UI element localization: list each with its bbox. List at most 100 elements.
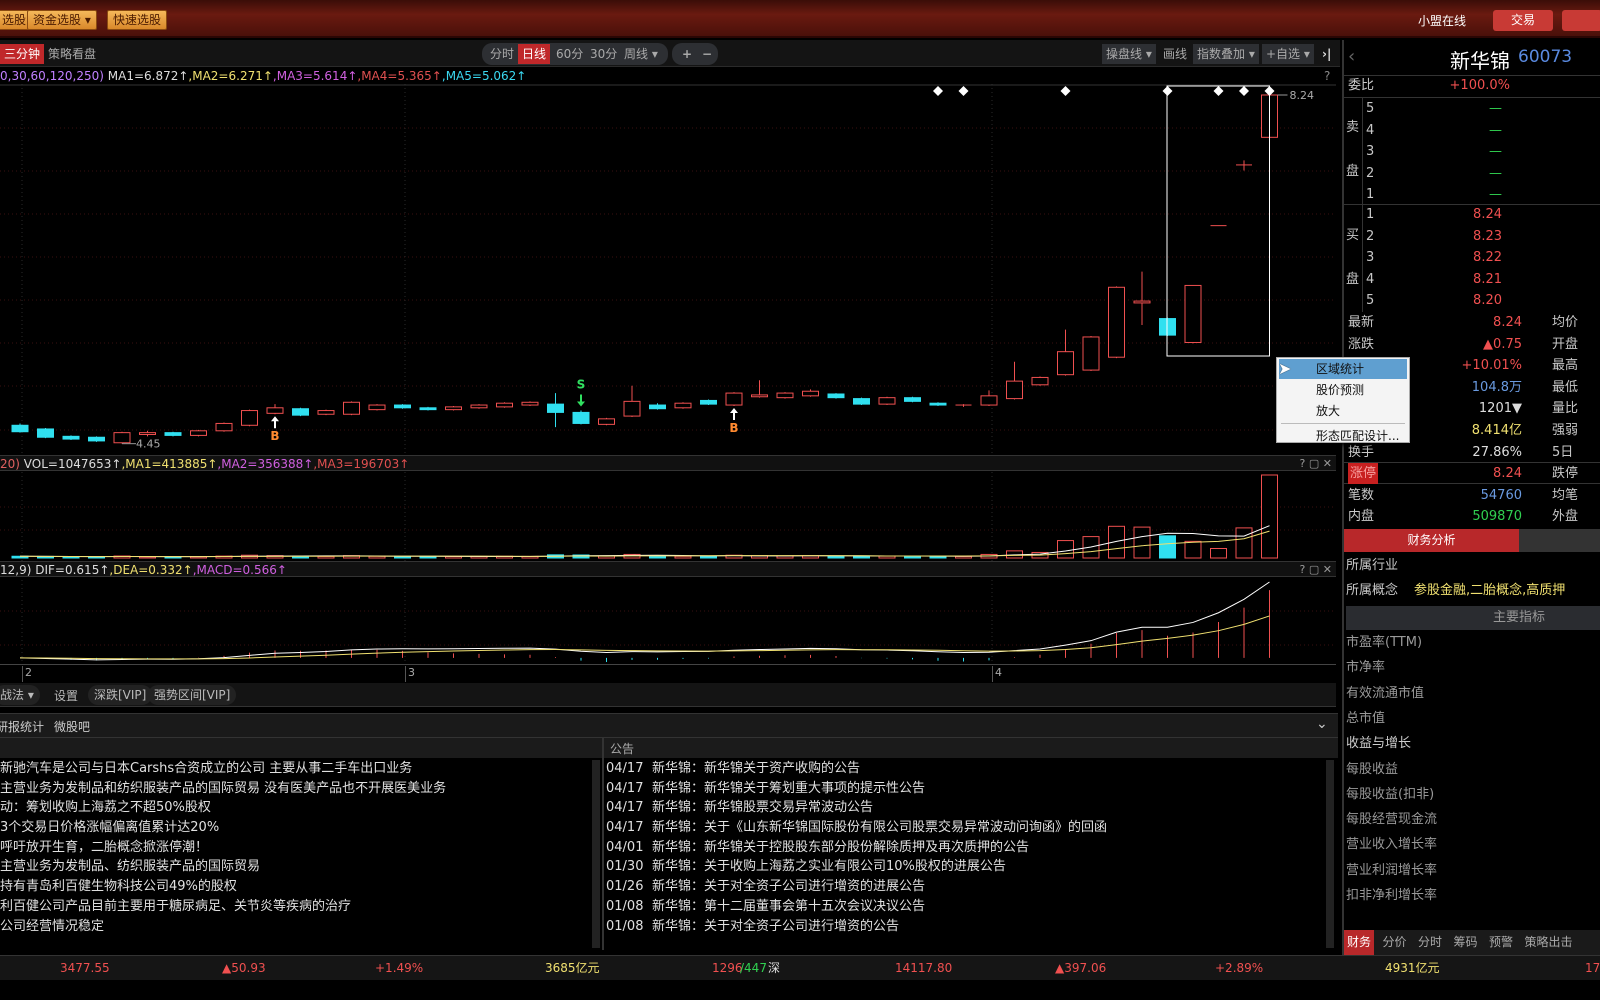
quick-picker-button[interactable]: 快速选股: [107, 10, 168, 30]
period-60min[interactable]: 60分: [552, 44, 587, 64]
candle-body: [547, 403, 564, 413]
panel-tab[interactable]: 财务: [1344, 930, 1375, 955]
panel-tab[interactable]: 策略出击: [1522, 930, 1576, 955]
ma-indicator-line: 0,30,60,120,250) MA1=6.872↑,MA2=6.271↑,M…: [0, 68, 1340, 85]
menu-item-price-forecast[interactable]: 股价预测: [1279, 380, 1407, 400]
book-row[interactable]: 5 8.20: [1344, 290, 1600, 311]
book-row[interactable]: 2—: [1344, 163, 1600, 184]
tab-research-stats[interactable]: 研报统计: [0, 718, 44, 735]
online-status[interactable]: 小盟在线: [1418, 12, 1466, 29]
deep-drop-button[interactable]: 深跌[VIP]: [88, 685, 153, 705]
announcement-item[interactable]: 01/30 新华锦：关于收购上海荔之实业有限公司10%股权的进展公告: [606, 857, 1326, 877]
settings-button[interactable]: 设置: [54, 687, 78, 704]
index-overlay-label: 指数叠加: [1197, 47, 1246, 61]
pane-controls-icon[interactable]: ? ▢ ✕: [1300, 456, 1332, 472]
book-row[interactable]: 1 8.24: [1344, 204, 1600, 225]
context-menu: 区域统计 股价预测 放大 形态匹配设计...: [1276, 357, 1410, 443]
volume-bar: [394, 556, 411, 559]
tab-strategy[interactable]: 策略看盘: [44, 44, 100, 64]
book-row[interactable]: 2 8.23: [1344, 226, 1600, 247]
book-row[interactable]: 1—: [1344, 184, 1600, 205]
announcement-item[interactable]: 04/17 新华锦：新华锦股票交易异常波动公告: [606, 798, 1326, 818]
draw-button[interactable]: 画线: [1159, 44, 1191, 64]
period-intraday[interactable]: 分时: [486, 44, 518, 64]
menu-item-region-stats[interactable]: 区域统计: [1279, 359, 1407, 379]
tab-three-minutes[interactable]: 三分钟: [0, 44, 45, 64]
prev-stock-icon[interactable]: ‹: [1348, 46, 1355, 67]
candle-body: [1133, 300, 1151, 304]
book-row[interactable]: 3—: [1344, 141, 1600, 162]
panel-tab[interactable]: 预警: [1486, 930, 1516, 955]
finance-item[interactable]: 收益与增长: [1346, 733, 1600, 754]
announcement-item[interactable]: 01/08 新华锦：关于对全资子公司进行增资的公告: [606, 917, 1326, 937]
fund-picker-button[interactable]: 资金选股 ▾: [27, 10, 97, 30]
trade-button[interactable]: 交易: [1493, 10, 1553, 31]
finance-item[interactable]: 每股收益: [1346, 759, 1600, 780]
news-item[interactable]: 公司经营情况稳定: [0, 917, 592, 937]
kline-chart[interactable]: 8.24 4.45 B S B: [0, 84, 1338, 666]
date-tick: 2: [22, 666, 32, 682]
candle-body: [368, 404, 386, 411]
finance-item[interactable]: 扣非净利增长率: [1346, 885, 1600, 906]
extra-button[interactable]: [1562, 10, 1600, 31]
add-watchlist-button[interactable]: +自选 ▾: [1262, 44, 1314, 64]
panel-tab[interactable]: 分价: [1380, 930, 1410, 955]
collapse-panel-icon[interactable]: ›|: [1318, 44, 1335, 64]
finance-item[interactable]: 营业收入增长率: [1346, 834, 1600, 855]
finance-item[interactable]: 营业利润增长率: [1346, 860, 1600, 881]
tab-secondary[interactable]: [1519, 529, 1600, 552]
announcement-item[interactable]: 01/26 新华锦：关于对全资子公司进行增资的进展公告: [606, 877, 1326, 897]
stat-right-label: 均价: [1552, 315, 1579, 330]
announcement-item[interactable]: 04/17 新华锦：关于《山东新华锦国际股份有限公司股票交易异常波动问询函》的回函: [606, 818, 1326, 838]
tactics-dropdown[interactable]: 战法 ▾: [0, 685, 40, 705]
finance-item[interactable]: 有效流通市值: [1346, 683, 1600, 704]
volume-bar: [1159, 535, 1176, 559]
zoom-out-button[interactable]: −: [698, 44, 716, 64]
finance-item[interactable]: 市净率: [1346, 657, 1600, 678]
pane-controls-icon[interactable]: ? ▢ ✕: [1300, 562, 1332, 578]
finance-item[interactable]: 每股经营现金流: [1346, 809, 1600, 830]
news-scrollbar[interactable]: [592, 760, 600, 948]
finance-item[interactable]: 每股收益(扣非): [1346, 784, 1600, 805]
announcement-text: 新华锦：关于收购上海荔之实业有限公司10%股权的进展公告: [652, 859, 1006, 875]
news-item[interactable]: 3个交易日价格涨幅偏离值累计达20%: [0, 818, 592, 838]
news-item[interactable]: 呼吁放开生育，二胎概念掀涨停潮！: [0, 838, 592, 858]
period-daily[interactable]: 日线: [518, 44, 551, 64]
news-item[interactable]: 动：筹划收购上海荔之不超50%股权: [0, 798, 592, 818]
sz-change: ▲397.06: [1055, 961, 1107, 975]
period-30min[interactable]: 30分: [586, 44, 621, 64]
panel-tab[interactable]: 分时: [1415, 930, 1445, 955]
news-item[interactable]: 利百健公司产品目前主要用于糖尿病足、关节炎等疾病的治疗: [0, 897, 592, 917]
tab-finance-analysis[interactable]: 财务分析: [1344, 529, 1519, 552]
help-icon[interactable]: ?: [1324, 68, 1330, 85]
tab-weibo-forum[interactable]: 微股吧: [54, 718, 90, 735]
announcement-item[interactable]: 04/17 新华锦：新华锦关于资产收购的公告: [606, 759, 1326, 779]
news-item[interactable]: 新驰汽车是公司与日本Carshs合资成立的公司 主要从事二手车出口业务: [0, 759, 592, 779]
period-weekly[interactable]: 周线 ▾: [620, 44, 662, 64]
operation-line-button[interactable]: 操盘线 ▾: [1102, 44, 1156, 64]
strong-zone-button[interactable]: 强势区间[VIP]: [148, 685, 237, 705]
zoom-in-button[interactable]: +: [678, 44, 696, 64]
announcement-item[interactable]: 01/08 新华锦：第十二届董事会第十五次会议决议公告: [606, 897, 1326, 917]
announcement-item[interactable]: 04/01 新华锦：新华锦关于控股股东部分股份解除质押及再次质押的公告: [606, 838, 1326, 858]
announcement-text: 新华锦：第十二届董事会第十五次会议决议公告: [652, 898, 926, 914]
finance-item[interactable]: 总市值: [1346, 708, 1600, 729]
book-row[interactable]: 5—: [1344, 98, 1600, 119]
book-row[interactable]: 3 8.22: [1344, 247, 1600, 268]
panel-tab[interactable]: 筹码: [1451, 930, 1481, 955]
news-item[interactable]: 主营业务为发制品、纺织服装产品的国际贸易: [0, 857, 592, 877]
stat-value: 104.8万: [1471, 379, 1522, 395]
menu-item-pattern-match[interactable]: 形态匹配设计...: [1279, 426, 1407, 446]
finance-item[interactable]: 市盈率(TTM): [1346, 632, 1600, 653]
collapse-down-icon[interactable]: ⌄: [1316, 716, 1328, 732]
menu-item-zoom[interactable]: 放大: [1279, 401, 1407, 421]
announcement-item[interactable]: 04/17 新华锦：新华锦关于筹划重大事项的提示性公告: [606, 779, 1326, 799]
announcement-scrollbar[interactable]: [1326, 760, 1334, 948]
book-row[interactable]: 4 8.21: [1344, 269, 1600, 290]
divider: [602, 758, 604, 950]
index-overlay-button[interactable]: 指数叠加 ▾: [1193, 44, 1259, 64]
book-row[interactable]: 4—: [1344, 120, 1600, 141]
news-item[interactable]: 主营业务为发制品和纺织服装产品的国际贸易 没有医美产品也不开展医美业务: [0, 779, 592, 799]
news-item[interactable]: 持有青岛利百健生物科技公司49%的股权: [0, 877, 592, 897]
vol-value: VOL=1047653↑: [23, 457, 122, 471]
